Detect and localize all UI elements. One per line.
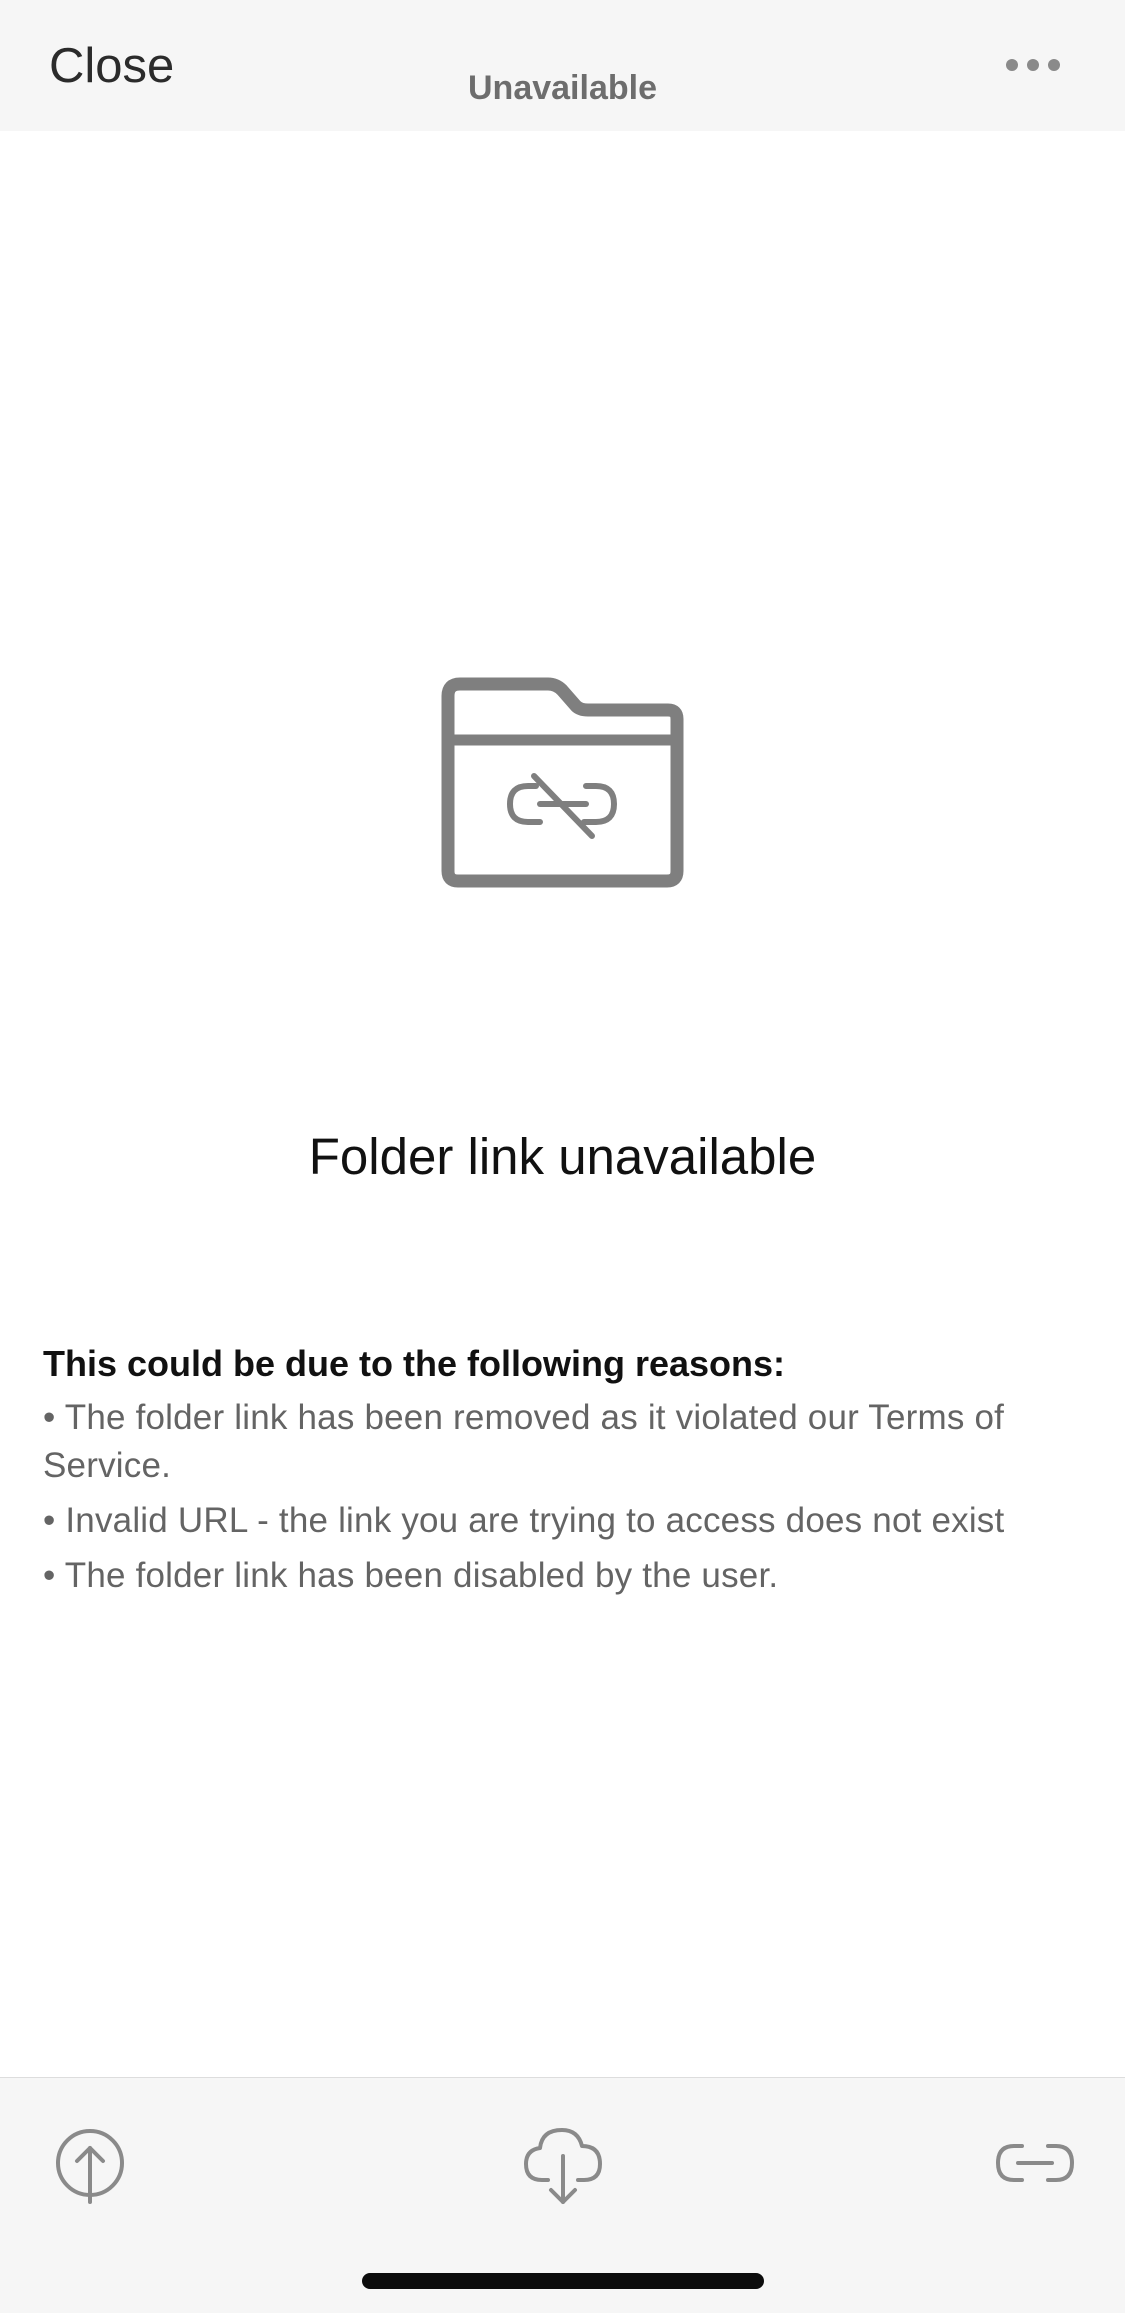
reason-item: • The folder link has been disabled by t… [43,1556,779,1595]
screen: Close Unavailable Folder link unavailabl… [0,0,1125,2313]
upload-icon [56,2129,124,2204]
reasons-section: This could be due to the following reaso… [43,1338,1093,1607]
download-button[interactable] [518,2118,608,2208]
empty-state-title: Folder link unavailable [308,1128,817,1185]
reasons-heading: This could be due to the following reaso… [43,1343,786,1384]
more-options-button[interactable] [1005,50,1061,80]
link-icon [995,2144,1075,2182]
top-navigation-bar: Close Unavailable [0,0,1125,131]
copy-link-button[interactable] [990,2118,1080,2208]
more-horizontal-icon [1006,59,1060,71]
page-title: Unavailable [468,69,657,107]
reason-item: • Invalid URL - the link you are trying … [43,1501,1005,1540]
cloud-download-icon [524,2128,602,2204]
folder-broken-link-icon [440,676,685,890]
home-indicator[interactable] [362,2273,764,2289]
reason-item: • The folder link has been removed as it… [43,1398,1005,1485]
upload-button[interactable] [45,2118,135,2208]
